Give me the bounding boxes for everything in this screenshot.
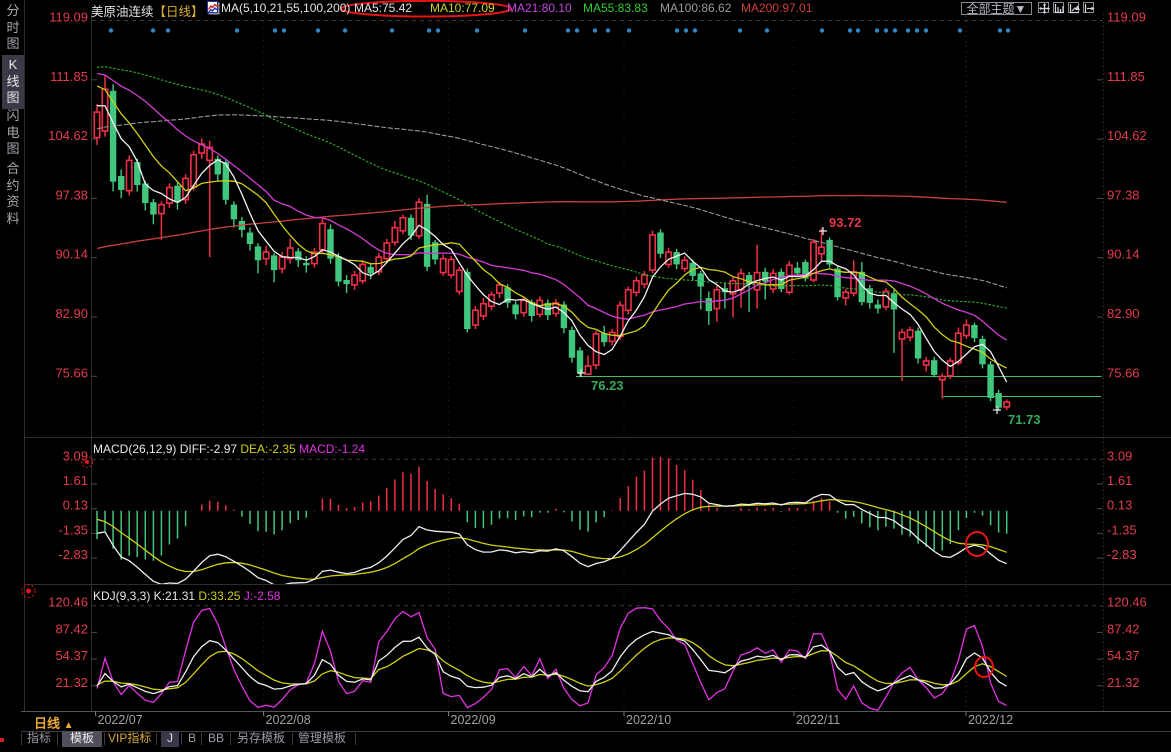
svg-text:-1.35: -1.35: [1107, 522, 1137, 537]
svg-text:75.66: 75.66: [55, 365, 88, 380]
svg-text:104.62: 104.62: [1107, 128, 1147, 143]
svg-text:54.37: 54.37: [1107, 648, 1140, 663]
svg-text:21.32: 21.32: [1107, 675, 1140, 690]
svg-text:1.61: 1.61: [63, 473, 88, 488]
svg-text:21.32: 21.32: [55, 675, 88, 690]
svg-text:111.85: 111.85: [50, 69, 88, 84]
svg-text:119.09: 119.09: [49, 10, 88, 25]
svg-text:75.66: 75.66: [1107, 365, 1140, 380]
svg-text:119.09: 119.09: [1107, 10, 1146, 25]
svg-text:87.42: 87.42: [1107, 621, 1140, 636]
svg-text:97.38: 97.38: [55, 187, 88, 202]
svg-text:76.23: 76.23: [591, 378, 624, 393]
svg-text:120.46: 120.46: [1107, 595, 1147, 610]
svg-text:-1.35: -1.35: [58, 522, 88, 537]
svg-text:97.38: 97.38: [1107, 187, 1140, 202]
svg-text:54.37: 54.37: [55, 648, 88, 663]
svg-text:2022/12: 2022/12: [968, 713, 1013, 727]
svg-text:0.13: 0.13: [1107, 498, 1132, 513]
svg-text:0.13: 0.13: [63, 498, 88, 513]
svg-text:-2.83: -2.83: [1107, 547, 1137, 562]
svg-text:104.62: 104.62: [48, 128, 88, 143]
svg-text:87.42: 87.42: [55, 621, 88, 636]
svg-text:93.72: 93.72: [829, 215, 862, 230]
svg-text:90.14: 90.14: [1107, 247, 1140, 262]
svg-text:2022/08: 2022/08: [266, 713, 311, 727]
svg-text:2022/07: 2022/07: [98, 713, 143, 727]
svg-text:90.14: 90.14: [55, 247, 88, 262]
svg-text:71.73: 71.73: [1008, 412, 1041, 427]
svg-text:111.85: 111.85: [1107, 69, 1145, 84]
svg-text:3.09: 3.09: [63, 448, 88, 463]
svg-text:2022/11: 2022/11: [796, 713, 840, 727]
svg-text:2022/10: 2022/10: [626, 713, 671, 727]
svg-text:3.09: 3.09: [1107, 448, 1132, 463]
svg-text:82.90: 82.90: [55, 306, 88, 321]
svg-text:-2.83: -2.83: [58, 547, 88, 562]
svg-text:120.46: 120.46: [48, 595, 88, 610]
svg-text:1.61: 1.61: [1107, 473, 1132, 488]
svg-text:82.90: 82.90: [1107, 306, 1140, 321]
svg-text:2022/09: 2022/09: [451, 713, 496, 727]
